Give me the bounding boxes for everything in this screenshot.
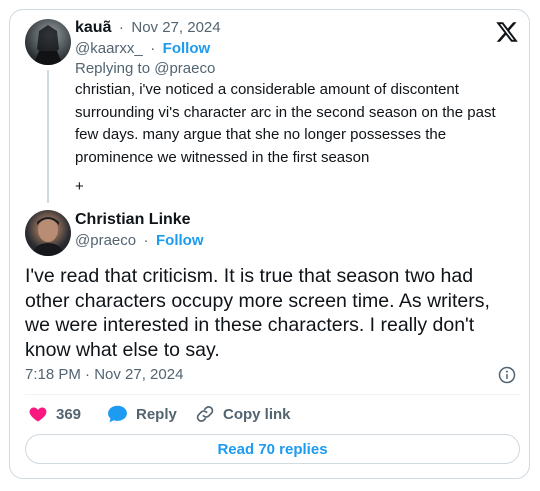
quoted-post-text: christian, i've noticed a considerable a… — [75, 81, 496, 166]
quoted-post-date[interactable]: Nov 27, 2024 — [131, 19, 220, 36]
replying-to[interactable]: Replying to @praeco — [75, 60, 215, 77]
copy-link-label: Copy link — [223, 405, 291, 423]
divider — [25, 394, 520, 395]
main-follow-button[interactable]: Follow — [156, 232, 204, 249]
avatar-kaua-image — [33, 25, 63, 65]
heart-icon — [29, 407, 47, 422]
read-replies-label: Read 70 replies — [217, 440, 328, 458]
quoted-handle-row: @kaarxx_ · Follow — [75, 40, 210, 58]
avatar-christian-image — [31, 217, 65, 256]
post-timestamp[interactable]: 7:18 PM · Nov 27, 2024 — [25, 366, 183, 383]
avatar-christian-linke[interactable] — [25, 210, 71, 256]
quoted-follow-button[interactable]: Follow — [163, 40, 211, 57]
main-post-text: I've read that criticism. It is true tha… — [25, 265, 490, 361]
main-handle-row: @praeco · Follow — [75, 232, 204, 250]
thread-line — [47, 70, 49, 203]
separator-dot: · — [150, 40, 156, 57]
avatar-kaua[interactable] — [25, 19, 71, 65]
quoted-post-header: kauã · Nov 27, 2024 — [75, 19, 221, 37]
main-post-header: Christian Linke — [75, 211, 191, 229]
quoted-author-handle[interactable]: @kaarxx_ — [75, 40, 143, 57]
separator-dot: · — [118, 19, 124, 36]
separator-dot: · — [143, 232, 149, 249]
link-icon — [196, 406, 214, 422]
reply-bubble-icon — [108, 405, 127, 423]
main-author-name[interactable]: Christian Linke — [75, 211, 191, 228]
main-author-handle[interactable]: @praeco — [75, 232, 136, 249]
like-count: 369 — [56, 405, 82, 423]
quoted-author-name[interactable]: kauã — [75, 19, 111, 36]
reply-button[interactable]: Reply — [107, 404, 177, 424]
quoted-post-extra: + — [75, 178, 84, 195]
read-replies-button[interactable]: Read 70 replies — [25, 434, 520, 464]
reply-label: Reply — [136, 405, 177, 423]
info-icon[interactable] — [498, 366, 516, 384]
copy-link-button[interactable]: Copy link — [195, 404, 291, 424]
x-logo-icon[interactable] — [495, 20, 519, 44]
like-button[interactable]: 369 — [28, 404, 81, 424]
